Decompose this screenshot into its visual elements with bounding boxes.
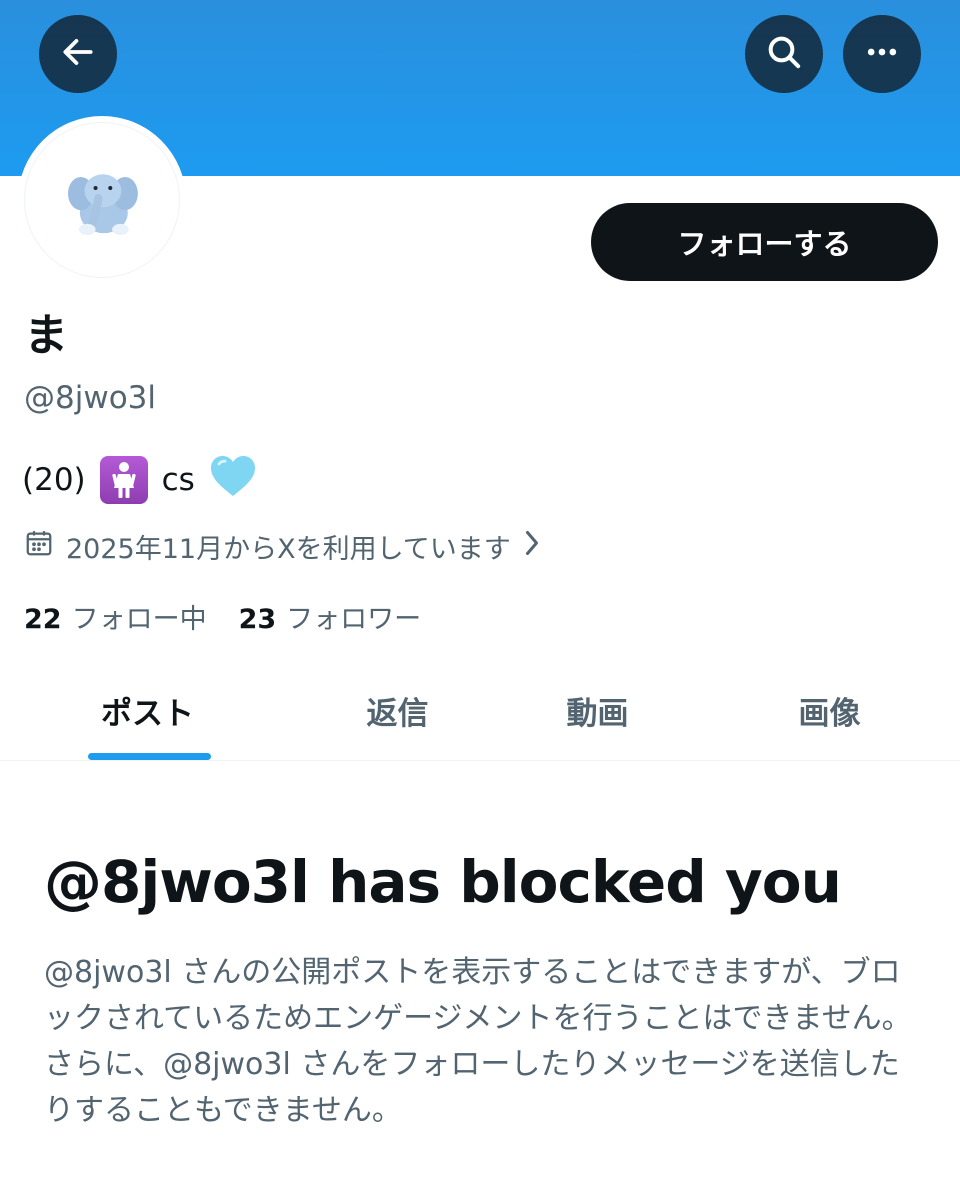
tab-replies[interactable]: 返信 — [330, 660, 465, 760]
follow-button[interactable]: フォローする — [591, 203, 938, 281]
back-button[interactable] — [39, 15, 117, 93]
display-name: ま — [24, 310, 68, 361]
arrow-left-icon — [59, 33, 97, 75]
more-options-button[interactable] — [843, 15, 921, 93]
more-horizontal-icon — [862, 32, 902, 76]
blocked-title: @8jwo3l has blocked you — [44, 848, 842, 916]
joined-text: 2025年11月からXを利用しています — [66, 533, 511, 565]
avatar[interactable] — [24, 122, 180, 278]
profile-tabs: ポスト 返信 動画 画像 — [0, 660, 960, 760]
follow-stats: 22 フォロー中 23 フォロワー — [24, 596, 421, 636]
followers-count: 23 — [238, 603, 277, 635]
tab-media[interactable]: 画像 — [762, 660, 897, 760]
tab-posts[interactable]: ポスト — [40, 660, 255, 760]
avatar-frame — [18, 116, 186, 284]
search-button[interactable] — [745, 15, 823, 93]
active-tab-indicator — [88, 753, 211, 760]
bio-age: (20) — [22, 462, 86, 498]
followers-label: フォロワー — [286, 603, 422, 635]
light-blue-heart-emoji — [209, 454, 257, 506]
calendar-icon — [24, 528, 54, 565]
tabs-divider — [0, 760, 960, 761]
following-label: フォロー中 — [71, 603, 207, 635]
following-count: 22 — [24, 603, 62, 635]
tab-videos[interactable]: 動画 — [530, 660, 665, 760]
chevron-right-icon — [521, 528, 543, 565]
blocked-description: @8jwo3l さんの公開ポストを表示することはできますが、ブロックされているた… — [44, 955, 912, 1128]
following-stat[interactable]: 22 フォロー中 — [24, 597, 207, 636]
followers-stat[interactable]: 23 フォロワー — [239, 597, 422, 636]
joined-date[interactable]: 2025年11月からXを利用しています — [24, 526, 543, 566]
womens-restroom-emoji — [99, 456, 148, 504]
elephant-plush-avatar — [67, 174, 138, 235]
search-icon — [764, 32, 804, 76]
profile-bio: (20) cs — [22, 453, 257, 507]
user-handle: @8jwo3l — [24, 380, 156, 416]
profile-page: フォローする ま @8jwo3l (20) cs 2025年11月からXを利用し… — [0, 0, 960, 1200]
bio-text: cs — [161, 462, 195, 498]
